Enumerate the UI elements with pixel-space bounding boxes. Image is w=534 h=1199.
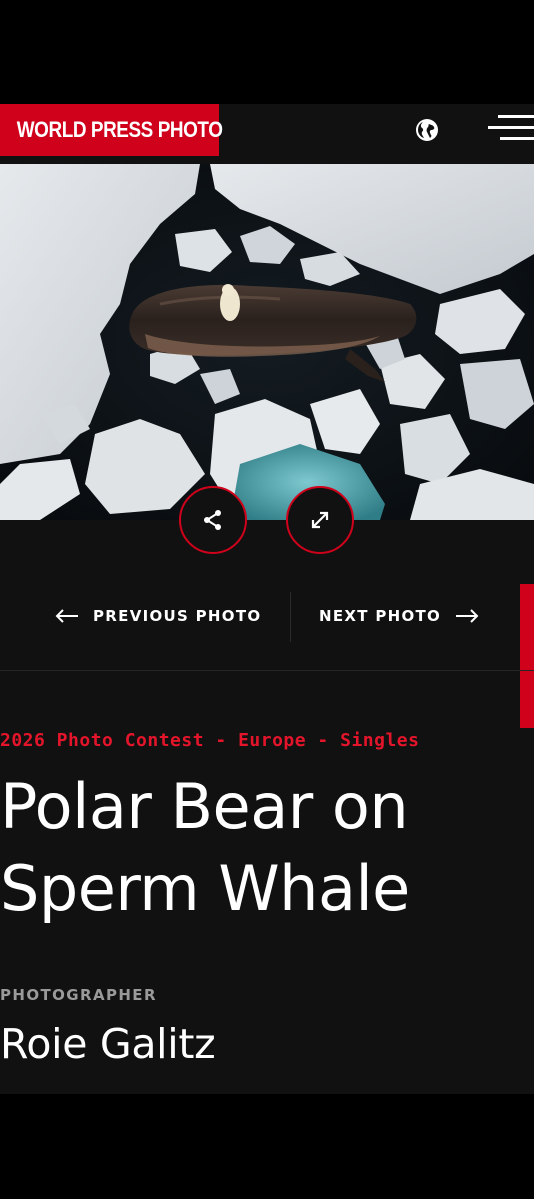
- next-photo-label: NEXT PHOTO: [319, 607, 442, 625]
- logo-text: WORLD PRESS PHOTO: [16, 117, 223, 142]
- expand-icon: [311, 511, 329, 529]
- arrow-left-icon: [55, 609, 78, 623]
- photo-title: Polar Bear on Sperm Whale: [0, 770, 410, 925]
- next-photo-link[interactable]: NEXT PHOTO: [319, 596, 479, 636]
- previous-photo-link[interactable]: PREVIOUS PHOTO: [55, 596, 261, 636]
- photographer-name[interactable]: Roie Galitz: [0, 1020, 216, 1068]
- arrow-right-icon: [456, 609, 479, 623]
- logo[interactable]: WORLD PRESS PHOTO: [0, 104, 223, 156]
- photo-polar-bear-whale-image: [0, 164, 534, 520]
- contest-category[interactable]: 2026 Photo Contest - Europe - Singles: [0, 730, 419, 751]
- site-header: WORLD PRESS PHOTO: [0, 104, 534, 164]
- hamburger-menu-icon[interactable]: [488, 115, 534, 147]
- photographer-label: PHOTOGRAPHER: [0, 986, 157, 1004]
- previous-photo-label: PREVIOUS PHOTO: [93, 607, 262, 625]
- side-tab[interactable]: [520, 584, 534, 728]
- share-icon: [204, 510, 221, 530]
- section-divider: [0, 670, 534, 671]
- globe-icon[interactable]: [414, 117, 440, 143]
- share-button[interactable]: [179, 486, 247, 554]
- featured-photo[interactable]: [0, 164, 534, 520]
- expand-button[interactable]: [286, 486, 354, 554]
- nav-divider: [290, 592, 291, 642]
